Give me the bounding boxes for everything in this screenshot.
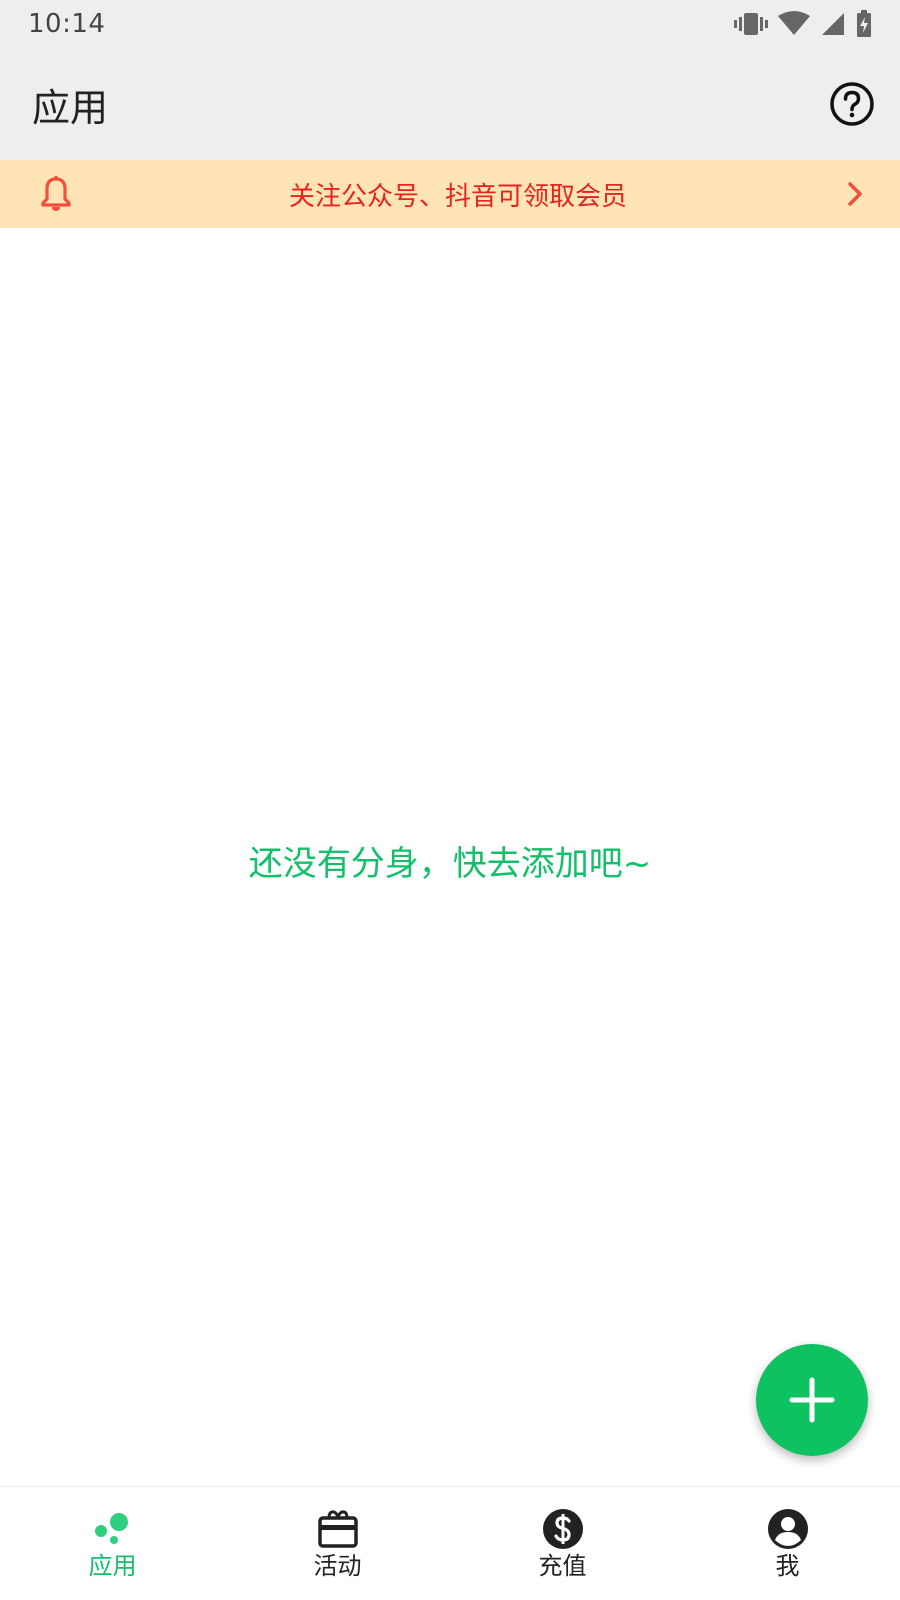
vibrate-icon bbox=[734, 11, 768, 37]
status-time: 10:14 bbox=[28, 9, 106, 39]
nav-label: 应用 bbox=[88, 1552, 137, 1580]
wifi-icon bbox=[778, 11, 810, 37]
nav-item-me[interactable]: 我 bbox=[675, 1487, 900, 1600]
nav-item-activity[interactable]: 活动 bbox=[225, 1487, 450, 1600]
nav-item-apps[interactable]: 应用 bbox=[0, 1487, 225, 1600]
nav-label: 充值 bbox=[538, 1552, 587, 1580]
add-clone-button[interactable] bbox=[756, 1344, 868, 1456]
app-screen: 10:14 应用 关注公众号、抖音可领取会员 还没有分身，快去添加吧~ 应用 活… bbox=[0, 0, 900, 1600]
battery-icon bbox=[856, 10, 872, 38]
bell-icon bbox=[41, 176, 71, 211]
apps-dots-icon bbox=[91, 1507, 135, 1551]
notice-banner[interactable]: 关注公众号、抖音可领取会员 bbox=[0, 160, 900, 228]
gift-box-icon bbox=[316, 1507, 360, 1551]
plus-icon bbox=[789, 1377, 835, 1423]
dollar-circle-icon bbox=[541, 1507, 585, 1551]
help-circle-icon bbox=[830, 82, 874, 126]
app-bar: 应用 bbox=[0, 48, 900, 160]
status-icons bbox=[734, 10, 872, 38]
nav-label: 活动 bbox=[313, 1552, 362, 1580]
help-button[interactable] bbox=[828, 80, 876, 128]
bottom-nav: 应用 活动 充值 我 bbox=[0, 1486, 900, 1600]
signal-icon bbox=[820, 11, 846, 37]
nav-item-recharge[interactable]: 充值 bbox=[450, 1487, 675, 1600]
status-bar: 10:14 bbox=[0, 0, 900, 48]
page-title: 应用 bbox=[32, 85, 109, 130]
account-circle-icon bbox=[766, 1507, 810, 1551]
nav-label: 我 bbox=[775, 1552, 800, 1580]
chevron-right-icon bbox=[848, 182, 862, 206]
empty-state-message: 还没有分身，快去添加吧~ bbox=[248, 844, 652, 884]
notice-text: 关注公众号、抖音可领取会员 bbox=[288, 181, 627, 212]
